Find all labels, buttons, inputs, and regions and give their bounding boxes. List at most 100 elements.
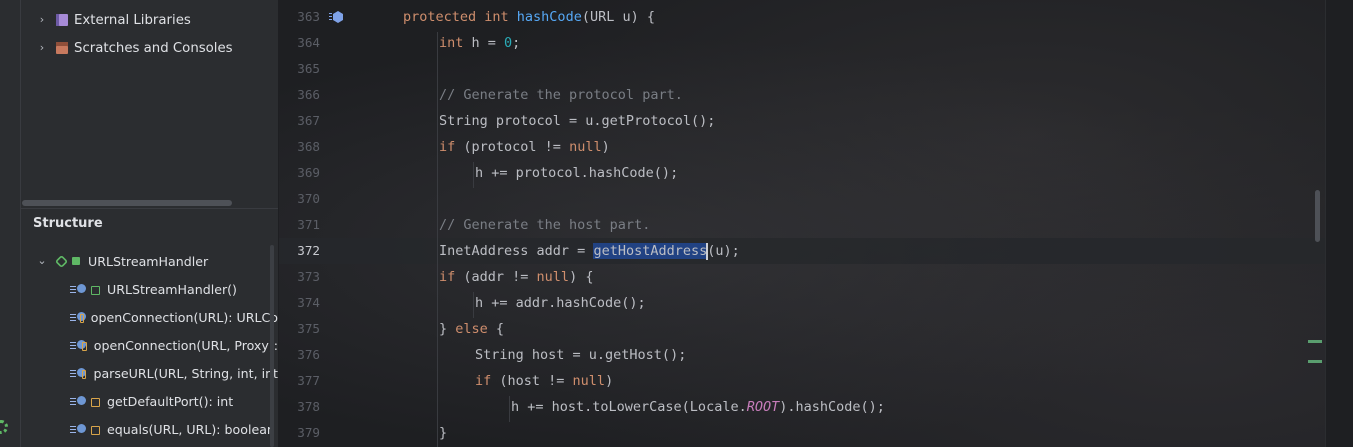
line-number[interactable]: 369	[279, 160, 320, 186]
line-number[interactable]: 378	[279, 394, 320, 420]
code-text[interactable]: // Generate the host part.	[439, 212, 650, 238]
method-icon	[70, 368, 86, 378]
line-number[interactable]: 370	[279, 186, 320, 212]
method-icon	[70, 396, 86, 406]
code-line[interactable]: 379}	[279, 420, 1339, 446]
code-line[interactable]: 368 if (protocol != null)	[279, 134, 1339, 160]
line-number[interactable]: 376	[279, 342, 320, 368]
code-line[interactable]: 365	[279, 56, 1339, 82]
code-token: if	[475, 373, 500, 389]
line-number[interactable]: 374	[279, 290, 320, 316]
code-line[interactable]: 370	[279, 186, 1339, 212]
code-text[interactable]: protected int hashCode(URL u) {	[403, 4, 655, 30]
code-line[interactable]: 363 protected int hashCode(URL u) {	[279, 4, 1339, 30]
tree-item-scratches[interactable]: › Scratches and Consoles	[20, 34, 278, 62]
code-text[interactable]: if (addr != null) {	[439, 264, 593, 290]
code-text[interactable]: if (protocol != null)	[439, 134, 610, 160]
code-line[interactable]: 376 String host = u.getHost();	[279, 342, 1339, 368]
code-line[interactable]: 369 h += protocol.hashCode();	[279, 160, 1339, 186]
structure-member-label: getDefaultPort(): int	[107, 393, 234, 409]
code-token: InetAddress addr =	[439, 243, 594, 259]
selected-text: getHostAddress	[593, 243, 708, 259]
code-text[interactable]: InetAddress addr = getHostAddress(u);	[439, 238, 740, 264]
structure-member[interactable]: openConnection(URL, Proxy):	[20, 331, 278, 359]
code-line[interactable]: 366 // Generate the protocol part.	[279, 82, 1339, 108]
protected-access-icon	[81, 341, 87, 351]
structure-member[interactable]: openConnection(URL): URLCo	[20, 303, 278, 331]
tree-item-external-libraries[interactable]: › External Libraries	[20, 6, 278, 34]
code-token: null	[572, 373, 606, 389]
code-token: )	[605, 373, 614, 389]
structure-vertical-scrollbar[interactable]	[270, 245, 274, 447]
code-line[interactable]: 378 h += host.toLowerCase(Locale.ROOT).ha…	[279, 394, 1339, 420]
code-text[interactable]: String protocol = u.getProtocol();	[439, 108, 715, 134]
code-line[interactable]: 364 int h = 0;	[279, 30, 1339, 56]
structure-member-label: parseURL(URL, String, int, int	[93, 365, 278, 381]
chevron-right-icon[interactable]: ›	[36, 42, 48, 54]
code-text[interactable]: h += host.toLowerCase(Locale.ROOT).hashC…	[511, 394, 885, 420]
code-line[interactable]: 375 } else {	[279, 316, 1339, 342]
code-text[interactable]: // Generate the protocol part.	[439, 82, 683, 108]
chevron-down-icon[interactable]: ⌄	[36, 255, 48, 267]
structure-member[interactable]: equals(URL, URL): boolean	[20, 415, 278, 443]
code-token: // Generate the protocol part.	[439, 87, 683, 103]
code-token: null	[536, 269, 570, 285]
code-token: hashCode	[516, 9, 582, 25]
structure-root-class[interactable]: ⌄ URLStreamHandler	[20, 247, 278, 275]
code-token: h += host.toLowerCase(Locale.	[511, 399, 747, 415]
line-number[interactable]: 364	[279, 30, 320, 56]
code-token: String protocol = u.getProtocol();	[439, 113, 716, 129]
line-number[interactable]: 379	[279, 420, 320, 446]
panel-divider	[20, 208, 278, 209]
code-token: (protocol !=	[463, 139, 570, 155]
editor-right-strip	[1325, 0, 1353, 447]
code-token: int	[439, 35, 472, 51]
change-marker[interactable]	[1308, 340, 1322, 343]
structure-member[interactable]: parseURL(URL, String, int, int	[20, 359, 278, 387]
library-icon	[56, 14, 68, 26]
code-line[interactable]: 371 // Generate the host part.	[279, 212, 1339, 238]
indent-guide	[473, 292, 474, 318]
code-text[interactable]: if (host != null)	[475, 368, 613, 394]
tree-item-label: External Libraries	[74, 12, 191, 28]
line-number[interactable]: 372	[279, 238, 320, 264]
code-editor[interactable]: 363 protected int hashCode(URL u) { 364 int…	[279, 0, 1353, 447]
structure-member-label: openConnection(URL, Proxy):	[93, 337, 278, 353]
code-line[interactable]: 372 InetAddress addr = getHostAddress(u);	[279, 238, 1339, 264]
editor-vertical-scrollbar[interactable]	[1315, 190, 1320, 242]
code-text[interactable]: String host = u.getHost();	[475, 342, 686, 368]
line-number[interactable]: 365	[279, 56, 320, 82]
code-token: if	[439, 269, 464, 285]
line-number[interactable]: 371	[279, 212, 320, 238]
code-text[interactable]: h += addr.hashCode();	[475, 290, 646, 316]
line-number[interactable]: 368	[279, 134, 320, 160]
code-line[interactable]: 367 String protocol = u.getProtocol();	[279, 108, 1339, 134]
chevron-right-icon[interactable]: ›	[36, 14, 48, 26]
code-token: protected	[403, 9, 485, 25]
indent-guide	[473, 162, 474, 188]
code-line[interactable]: 377 if (host != null)	[279, 368, 1339, 394]
line-number[interactable]: 375	[279, 316, 320, 342]
code-line[interactable]: 373 if (addr != null) {	[279, 264, 1339, 290]
code-token: (URL u) {	[581, 9, 655, 25]
line-number[interactable]: 367	[279, 108, 320, 134]
code-text[interactable]: int h = 0;	[439, 30, 520, 56]
code-text[interactable]: h += protocol.hashCode();	[475, 160, 678, 186]
tree-item-label: Scratches and Consoles	[74, 40, 233, 56]
structure-member[interactable]: getDefaultPort(): int	[20, 387, 278, 415]
code-text[interactable]: } else {	[439, 316, 504, 342]
structure-member[interactable]: URLStreamHandler()	[20, 275, 278, 303]
method-icon	[70, 312, 86, 322]
line-number[interactable]: 377	[279, 368, 320, 394]
indent-guide	[509, 396, 510, 422]
code-token: }	[439, 321, 456, 337]
change-marker[interactable]	[1308, 360, 1322, 363]
horizontal-scrollbar[interactable]	[22, 200, 232, 206]
line-number[interactable]: 366	[279, 82, 320, 108]
code-text[interactable]: }	[439, 420, 447, 446]
overrides-method-icon[interactable]	[329, 10, 343, 24]
code-line[interactable]: 374 h += addr.hashCode();	[279, 290, 1339, 316]
line-number[interactable]: 373	[279, 264, 320, 290]
line-number[interactable]: 363	[279, 4, 320, 30]
indent-guide	[437, 32, 438, 447]
